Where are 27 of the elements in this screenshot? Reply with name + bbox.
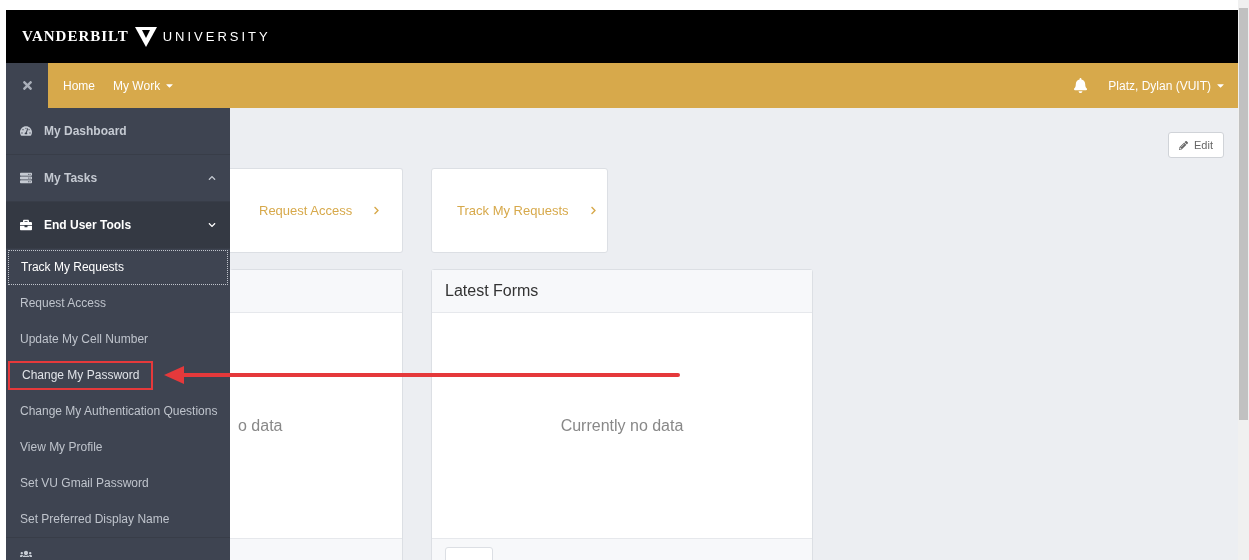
close-icon: [20, 79, 34, 92]
submenu-item[interactable]: View My Profile: [8, 432, 115, 462]
chevron-up-icon: [208, 174, 216, 182]
empty-message: o data: [238, 415, 283, 436]
pencil-icon: [1179, 140, 1189, 150]
empty-message: Currently no data: [560, 415, 684, 436]
sidebar-item[interactable]: My Dashboard: [6, 108, 230, 155]
chevron-down-icon: [208, 221, 216, 229]
notification-bell-icon[interactable]: [1073, 78, 1089, 93]
chevron-right-icon: [372, 206, 382, 215]
panel-title: Latest Forms: [445, 281, 539, 301]
sidebar-item[interactable]: [6, 537, 230, 557]
close-button[interactable]: [6, 63, 48, 108]
submenu-item[interactable]: Update My Cell Number: [8, 324, 161, 354]
submenu-item[interactable]: Track My Requests: [8, 249, 228, 285]
brand-name: VANDERBILT: [22, 27, 129, 47]
edit-button[interactable]: Edit: [1168, 132, 1224, 158]
submenu-item[interactable]: Set Preferred Display Name: [8, 504, 182, 534]
sidebar-item[interactable]: End User Tools: [6, 202, 230, 249]
shield-logo-icon: [134, 26, 157, 47]
submenu-item[interactable]: Change My Authentication Questions: [8, 396, 230, 426]
chevron-right-icon: [588, 206, 598, 215]
submenu-item[interactable]: Set VU Gmail Password: [8, 468, 161, 498]
brand-name: UNIVERSITY: [162, 27, 271, 46]
submenu-item[interactable]: Change My Password: [8, 360, 154, 390]
submenu-item[interactable]: Request Access: [8, 288, 119, 318]
scrollbar[interactable]: [1238, 0, 1249, 560]
